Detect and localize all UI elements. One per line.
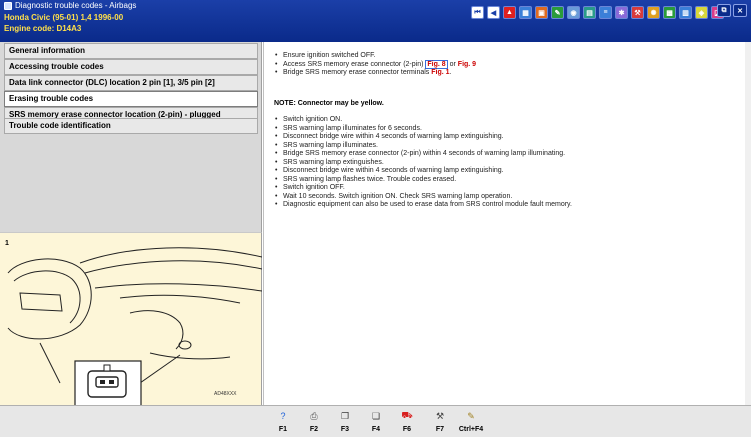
list-item: SRS warning lamp flashes twice. Trouble … (274, 176, 572, 185)
restore-icon[interactable]: ⧉ (717, 4, 731, 17)
nav-item-accessing-trouble-codes[interactable]: Accessing trouble codes (4, 59, 258, 75)
content-scrollbar[interactable] (745, 42, 751, 405)
fkey-label: F6 (402, 426, 412, 433)
module-icon[interactable]: ▦ (519, 6, 532, 19)
app-window: Diagnostic trouble codes - Airbags Honda… (0, 0, 751, 437)
wrench-icon[interactable]: ✎ (551, 6, 564, 19)
topic-navigation: General information Accessing trouble co… (0, 42, 262, 232)
fkey-f4[interactable]: ❏ F4 (363, 408, 389, 436)
first-page-icon[interactable]: ⏮ (471, 6, 484, 19)
tools-icon[interactable]: ⚒ (631, 6, 644, 19)
fkey-ctrl-f4[interactable]: ✎ Ctrl+F4 (458, 408, 484, 436)
engine-icon[interactable]: ▣ (535, 6, 548, 19)
notes-icon: ✎ (467, 410, 475, 421)
procedure-steps-top: Ensure ignition switched OFF. Access SRS… (274, 52, 476, 78)
fkey-f1[interactable]: ? F1 (270, 408, 296, 436)
fkey-label: F2 (309, 426, 319, 433)
fkey-label: F1 (278, 426, 288, 433)
list-item: Disconnect bridge wire within 4 seconds … (274, 133, 572, 142)
list-item: SRS warning lamp illuminates for 6 secon… (274, 125, 572, 134)
gauge-icon[interactable]: ◉ (567, 6, 580, 19)
list-item: Switch ignition ON. (274, 116, 572, 125)
sensor-icon[interactable]: ◈ (695, 6, 708, 19)
chart-icon[interactable]: ▤ (583, 6, 596, 19)
procedure-steps-bottom: Switch ignition ON.SRS warning lamp illu… (274, 116, 572, 210)
nav-item-general-information[interactable]: General information (4, 43, 258, 59)
window-title-row: Diagnostic trouble codes - Airbags (4, 1, 136, 11)
fkey-label: Ctrl+F4 (458, 426, 484, 433)
list-item: Wait 10 seconds. Switch ignition ON. Che… (274, 193, 572, 202)
figure-code: AD48XXX (214, 391, 237, 397)
app-icon (4, 2, 12, 10)
nav-item-data-link-connector[interactable]: Data link connector (DLC) location 2 pin… (4, 75, 258, 91)
close-icon[interactable]: ✕ (733, 4, 747, 17)
window-title: Diagnostic trouble codes - Airbags (15, 1, 137, 10)
car-icon: ⛟ (401, 410, 413, 420)
nav-item-trouble-code-identification[interactable]: Trouble code identification (4, 118, 258, 134)
connector-note: NOTE: Connector may be yellow. (274, 100, 384, 107)
window-controls: ⧉ ✕ (717, 4, 747, 17)
book-icon[interactable]: ▥ (679, 6, 692, 19)
prev-page-icon[interactable]: ◀ (487, 6, 500, 19)
list-item: SRS warning lamp extinguishes. (274, 159, 572, 168)
tools-icon: ⚒ (435, 410, 445, 421)
list-icon[interactable]: ≡ (599, 6, 612, 19)
illustration-panel: 1 AD48XXX (0, 232, 262, 406)
dashboard-illustration (7, 247, 262, 406)
list-item: Disconnect bridge wire within 4 seconds … (274, 167, 572, 176)
figure-index: 1 (5, 240, 9, 247)
nav-item-erasing-trouble-codes[interactable]: Erasing trouble codes (4, 91, 258, 107)
function-key-bar: ? F1 ⎙ F2 ❐ F3 ❏ F4 ⛟ F6 ⚒ F7 ✎ Ctrl+F4 (0, 405, 751, 437)
print-icon: ⎙ (310, 410, 318, 421)
list-item: Access SRS memory erase connector (2-pin… (274, 59, 476, 70)
fig-1-link[interactable]: Fig. 1 (431, 69, 449, 76)
photo-icon[interactable]: ▩ (663, 6, 676, 19)
list-item: Diagnostic equipment can also be used to… (274, 201, 572, 210)
fkey-label: F3 (340, 426, 350, 433)
list-item: Bridge SRS memory erase connector (2-pin… (274, 150, 572, 159)
procedure-content: Ensure ignition switched OFF. Access SRS… (263, 42, 751, 405)
fkey-f7[interactable]: ⚒ F7 (427, 408, 453, 436)
fkey-f3[interactable]: ❐ F3 (332, 408, 358, 436)
list-item: SRS warning lamp illuminates. (274, 142, 572, 151)
copy-icon: ❐ (340, 410, 350, 421)
pages-icon: ❏ (371, 410, 381, 421)
fig-8-link[interactable]: Fig. 8 (425, 59, 448, 69)
fig-9-link[interactable]: Fig. 9 (458, 61, 476, 68)
fkey-label: F4 (371, 426, 381, 433)
warning-icon[interactable]: ▲ (503, 6, 516, 19)
top-toolbar: ⏮◀▲▦▣✎◉▤≡✱⚒✺▩▥◈◪ (471, 6, 724, 19)
fkey-f6[interactable]: ⛟ F6 (394, 408, 420, 436)
title-bar: Diagnostic trouble codes - Airbags Honda… (0, 0, 751, 42)
vehicle-info: Honda Civic (95-01) 1,4 1996-00 (4, 13, 124, 22)
fkey-label: F7 (435, 426, 445, 433)
help-icon: ? (280, 411, 286, 421)
engine-code: Engine code: D14A3 (4, 24, 82, 33)
list-item: Switch ignition OFF. (274, 184, 572, 193)
list-item: Bridge SRS memory erase connector termin… (274, 69, 476, 78)
settings-icon[interactable]: ✱ (615, 6, 628, 19)
lamp-icon[interactable]: ✺ (647, 6, 660, 19)
fkey-f2[interactable]: ⎙ F2 (301, 408, 327, 436)
